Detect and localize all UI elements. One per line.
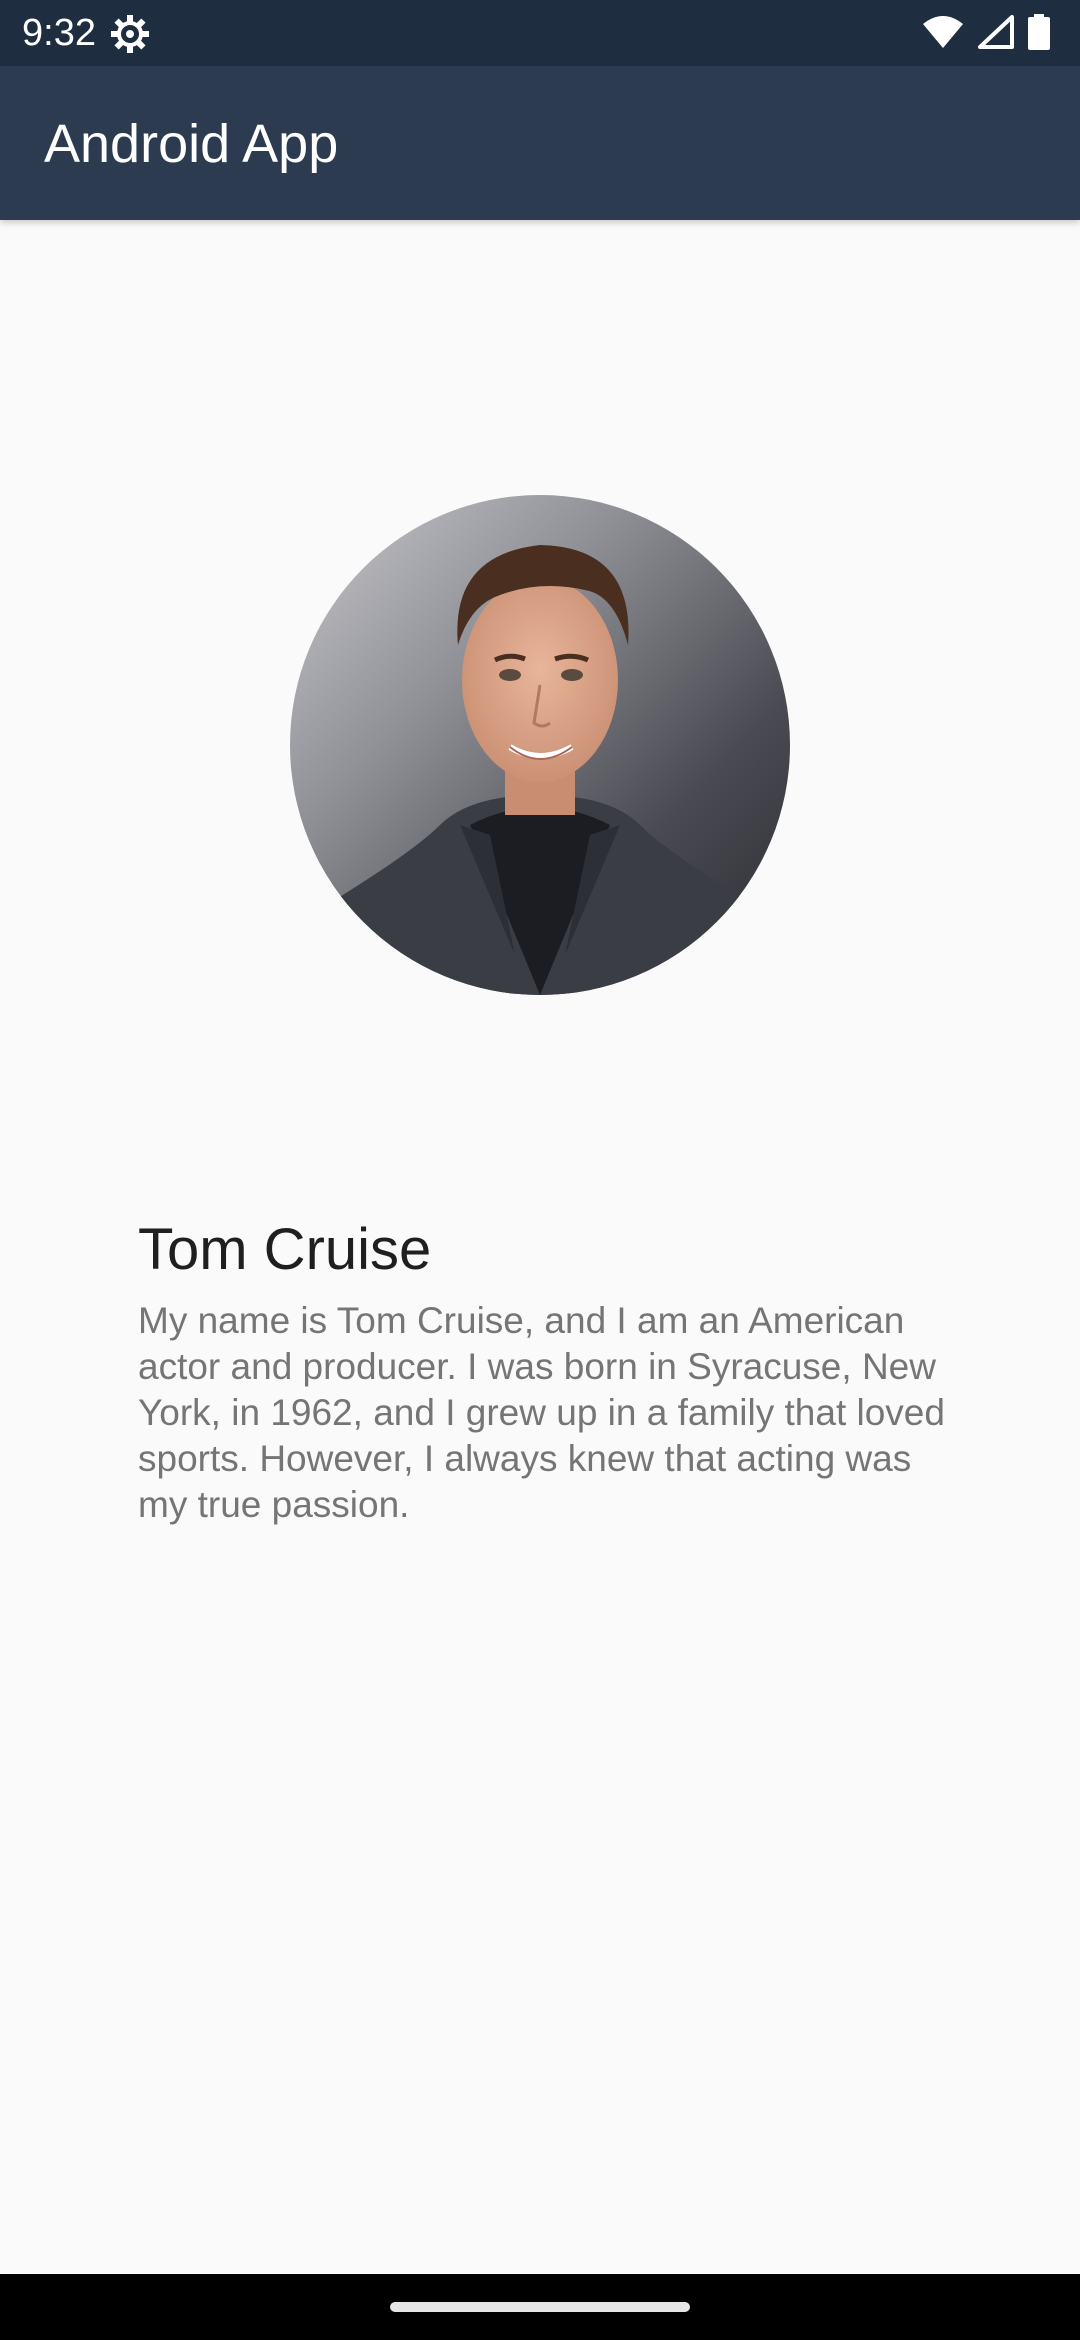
profile-bio: My name is Tom Cruise, and I am an Ameri… bbox=[138, 1300, 945, 1525]
app-title: Android App bbox=[44, 114, 339, 174]
app-bar: Android App bbox=[0, 66, 1080, 220]
home-gesture-handle[interactable] bbox=[390, 2302, 690, 2312]
profile-photo bbox=[290, 495, 790, 995]
screen: 9:32 Android App Tom Cruise My name is T… bbox=[0, 0, 1080, 2340]
battery-icon bbox=[1028, 13, 1050, 55]
profile-avatar bbox=[290, 495, 790, 995]
wifi-icon bbox=[922, 15, 964, 54]
status-time: 9:32 bbox=[22, 12, 96, 54]
status-bar: 9:32 bbox=[0, 0, 1080, 66]
settings-gear-icon bbox=[110, 14, 150, 54]
navigation-bar bbox=[0, 2274, 1080, 2340]
profile-name: Tom Cruise bbox=[138, 1217, 432, 1282]
status-icons bbox=[922, 13, 1050, 55]
cellular-signal-icon bbox=[978, 14, 1014, 54]
